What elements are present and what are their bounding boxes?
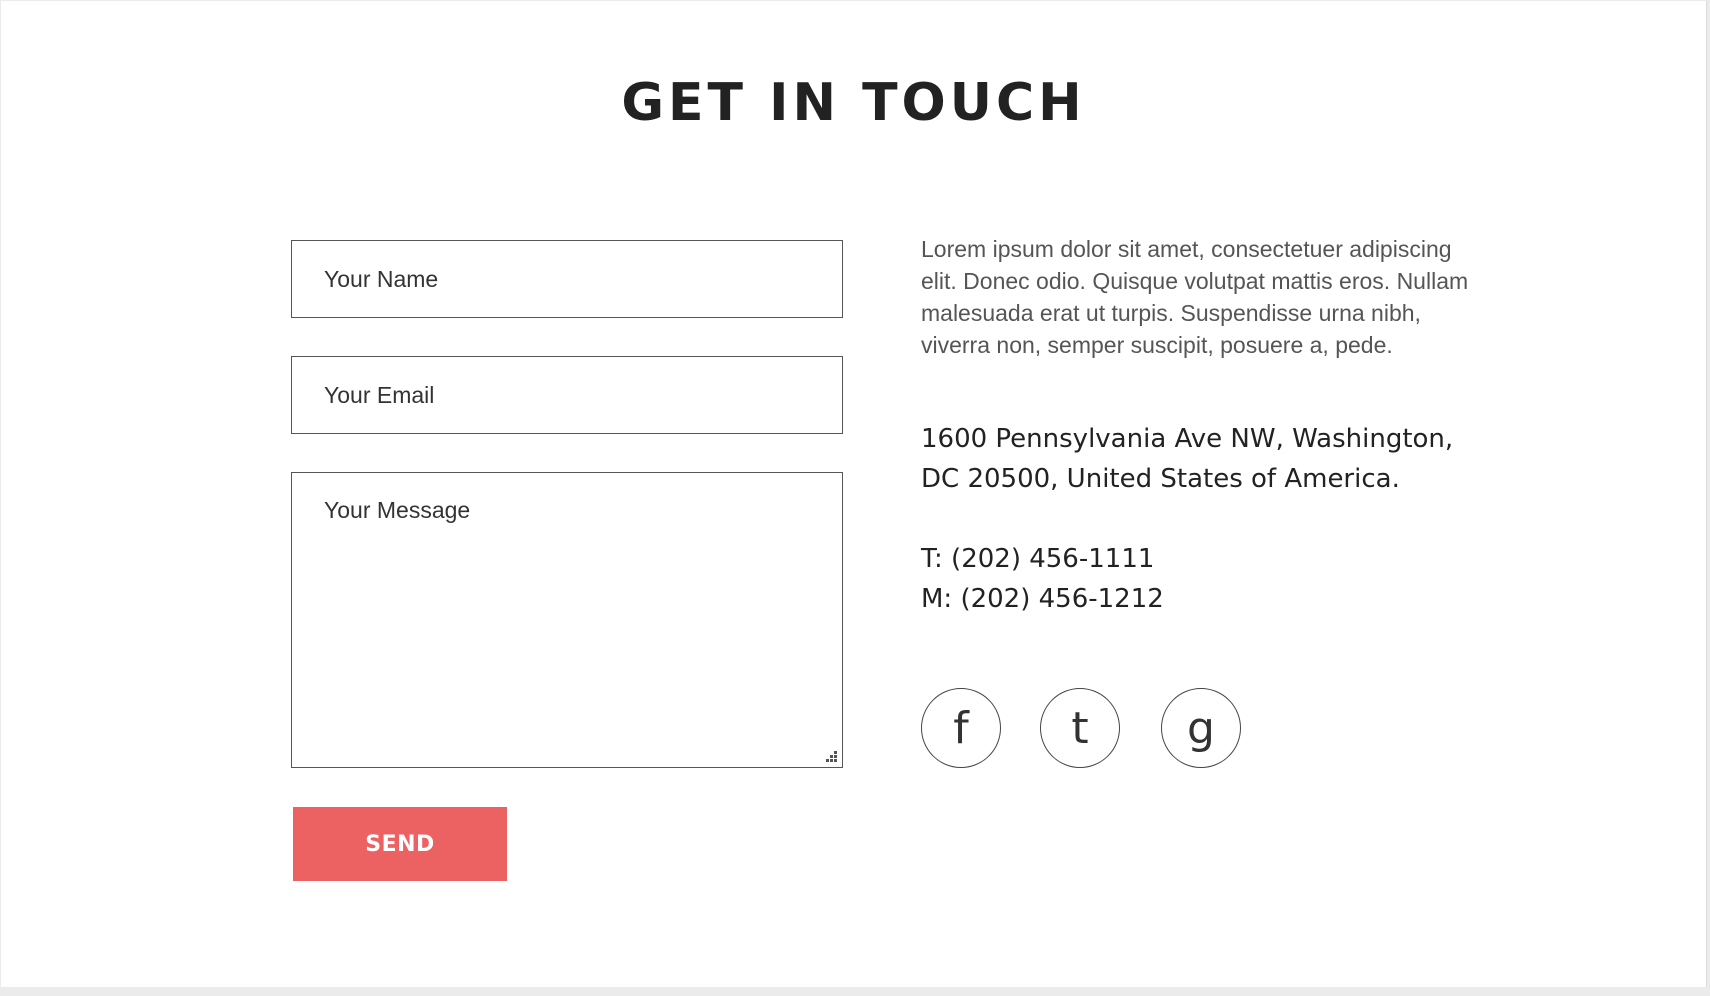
facebook-glyph: f — [953, 702, 969, 754]
page-title: GET IN TOUCH — [621, 73, 1086, 133]
address: 1600 Pennsylvania Ave NW, Washington, DC… — [921, 419, 1521, 499]
mobile-number: M: (202) 456-1212 — [921, 584, 1164, 614]
google-glyph: g — [1187, 702, 1215, 754]
phone-number: T: (202) 456-1111 — [921, 544, 1155, 574]
address-line-2: DC 20500, United States of America. — [921, 464, 1400, 494]
twitter-icon[interactable]: t — [1040, 688, 1120, 768]
email-input[interactable] — [292, 357, 842, 433]
google-icon[interactable]: g — [1161, 688, 1241, 768]
phone-numbers: T: (202) 456-1111 M: (202) 456-1212 — [921, 539, 1164, 619]
message-field-wrapper — [291, 472, 843, 768]
resize-handle-icon[interactable] — [822, 747, 838, 763]
name-field-wrapper — [291, 240, 843, 318]
message-textarea[interactable] — [292, 473, 842, 767]
name-input[interactable] — [292, 241, 842, 317]
contact-description: Lorem ipsum dolor sit amet, consectetuer… — [921, 236, 1469, 358]
email-field-wrapper — [291, 356, 843, 434]
send-button[interactable]: SEND — [293, 807, 507, 881]
address-line-1: 1600 Pennsylvania Ave NW, Washington, — [921, 424, 1454, 454]
twitter-glyph: t — [1071, 702, 1089, 754]
facebook-icon[interactable]: f — [921, 688, 1001, 768]
contact-section: GET IN TOUCH SEND Lorem ipsum dolor sit … — [1, 1, 1707, 987]
